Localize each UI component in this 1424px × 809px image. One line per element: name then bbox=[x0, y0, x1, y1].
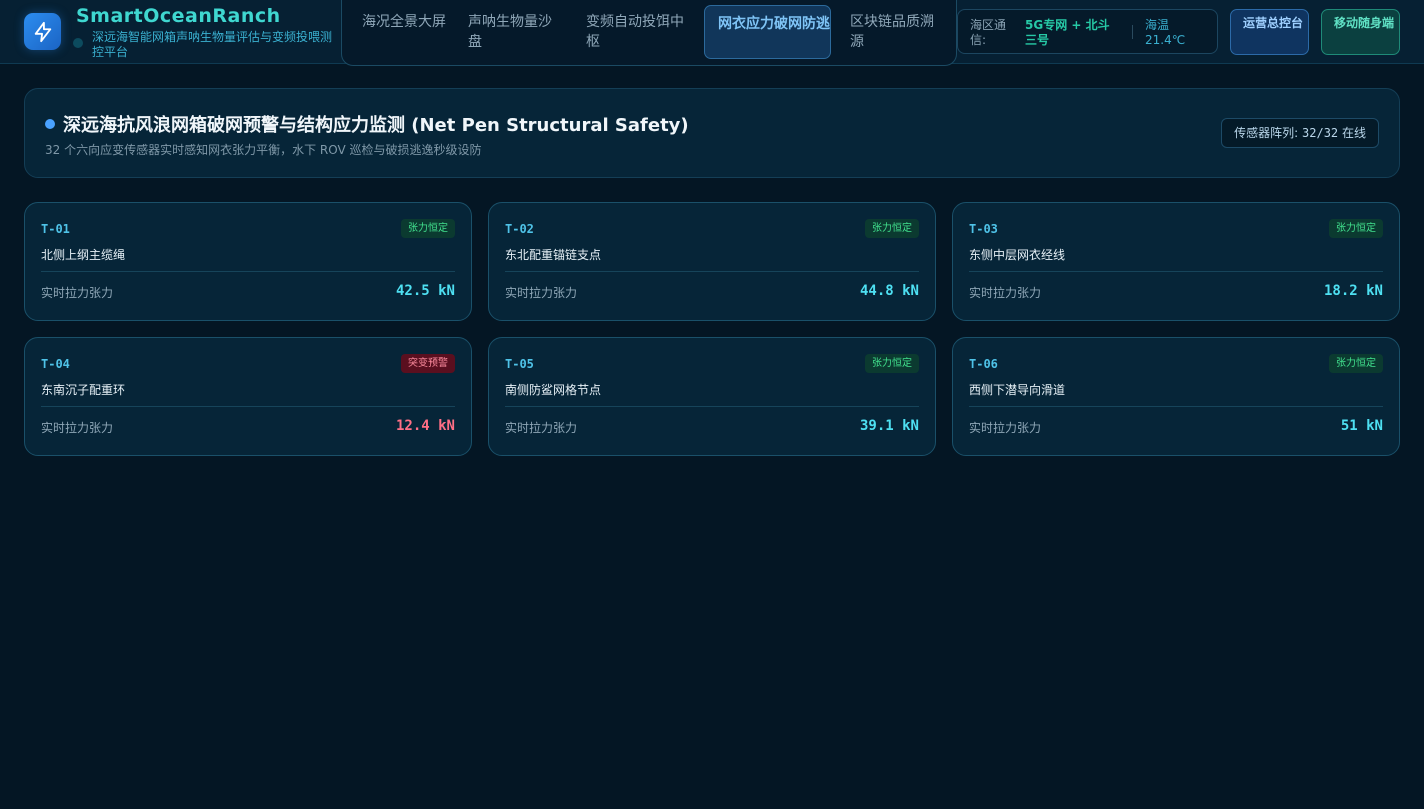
tension-card[interactable]: T-01 张力恒定 北侧上纲主缆绳 实时拉力张力 42.5 kN bbox=[24, 202, 472, 321]
status-divider bbox=[1132, 25, 1133, 39]
card-divider bbox=[505, 271, 919, 272]
sensor-count: 32/32 bbox=[1302, 126, 1339, 140]
nav-tab-blockchain[interactable]: 区块链品质溯源 bbox=[850, 12, 942, 52]
app-title: SmartOceanRanch bbox=[76, 5, 281, 27]
tension-card[interactable]: T-05 张力恒定 南侧防鲨网格节点 实时拉力张力 39.1 kN bbox=[488, 337, 936, 456]
app-subtitle: 深远海智能网箱声呐生物量评估与变频投喂测控平台 bbox=[92, 30, 333, 59]
logo bbox=[24, 13, 61, 50]
page-title: 深远海抗风浪网箱破网预警与结构应力监测 (Net Pen Structural … bbox=[63, 115, 689, 136]
metric-label: 实时拉力张力 bbox=[41, 421, 114, 435]
sensor-id: T-05 bbox=[505, 357, 534, 371]
tension-value: 12.4 kN bbox=[395, 418, 455, 434]
sensor-location: 南侧防鲨网格节点 bbox=[505, 383, 602, 397]
card-divider bbox=[41, 406, 455, 407]
metric-label: 实时拉力张力 bbox=[969, 421, 1042, 435]
tension-value: 39.1 kN bbox=[859, 418, 919, 434]
metric-label: 实时拉力张力 bbox=[969, 286, 1042, 300]
sea-temperature: 海温 21.4℃ bbox=[1145, 18, 1186, 47]
network-status: 海区通信: 5G专网 + 北斗三号 海温 21.4℃ bbox=[957, 9, 1218, 54]
sensor-label: 传感器阵列: bbox=[1234, 126, 1299, 140]
sensor-id: T-03 bbox=[969, 222, 998, 236]
tension-value: 18.2 kN bbox=[1323, 283, 1383, 299]
page-description: 32 个六向应变传感器实时感知网衣张力平衡，水下 ROV 巡检与破损逃逸秒级设防 bbox=[45, 143, 482, 157]
nav-tab-overview[interactable]: 海况全景大屏 bbox=[362, 12, 448, 32]
status-badge: 张力恒定 bbox=[1329, 354, 1383, 373]
card-divider bbox=[969, 406, 1383, 407]
sensor-location: 东北配重锚链支点 bbox=[505, 248, 602, 262]
status-badge: 张力恒定 bbox=[865, 354, 919, 373]
ops-console-button[interactable]: 运营总控台 bbox=[1230, 9, 1309, 55]
tension-card[interactable]: T-06 张力恒定 西侧下潜导向滑道 实时拉力张力 51 kN bbox=[952, 337, 1400, 456]
card-divider bbox=[41, 271, 455, 272]
metric-label: 实时拉力张力 bbox=[505, 421, 578, 435]
sensor-location: 东南沉子配重环 bbox=[41, 383, 126, 397]
nav-tab-feeding[interactable]: 变频自动投饵中枢 bbox=[586, 12, 690, 52]
tension-value: 42.5 kN bbox=[395, 283, 455, 299]
sensor-id: T-01 bbox=[41, 222, 70, 236]
nav-tab-sonar[interactable]: 声呐生物量沙盘 bbox=[468, 12, 558, 52]
status-badge: 张力恒定 bbox=[1329, 219, 1383, 238]
status-badge: 张力恒定 bbox=[401, 219, 455, 238]
title-dot-icon bbox=[45, 119, 55, 129]
nav-tab-net-stress[interactable]: 网衣应力破网防逃 bbox=[704, 5, 831, 59]
comm-value: 5G专网 + 北斗三号 bbox=[1025, 18, 1110, 47]
tension-value: 44.8 kN bbox=[859, 283, 919, 299]
tension-card[interactable]: T-02 张力恒定 东北配重锚链支点 实时拉力张力 44.8 kN bbox=[488, 202, 936, 321]
tension-card[interactable]: T-03 张力恒定 东侧中层网衣经线 实时拉力张力 18.2 kN bbox=[952, 202, 1400, 321]
lightning-icon bbox=[34, 21, 51, 42]
status-badge: 张力恒定 bbox=[865, 219, 919, 238]
mobile-button[interactable]: 移动随身端 bbox=[1321, 9, 1400, 55]
sensor-location: 北侧上纲主缆绳 bbox=[41, 248, 126, 262]
comm-label: 海区通信: bbox=[970, 18, 1007, 47]
sensor-id: T-06 bbox=[969, 357, 998, 371]
sensor-array-badge: 传感器阵列: 32/32 在线 bbox=[1221, 118, 1379, 148]
sensor-location: 西侧下潜导向滑道 bbox=[969, 383, 1066, 397]
subtitle-dot-icon bbox=[73, 38, 83, 48]
sensor-id: T-04 bbox=[41, 357, 70, 371]
sensor-id: T-02 bbox=[505, 222, 534, 236]
tension-card[interactable]: T-04 突变预警 东南沉子配重环 实时拉力张力 12.4 kN bbox=[24, 337, 472, 456]
main-nav: 海况全景大屏 声呐生物量沙盘 变频自动投饵中枢 网衣应力破网防逃 区块链品质溯源 bbox=[341, 0, 957, 66]
status-badge: 突变预警 bbox=[401, 354, 455, 373]
card-divider bbox=[505, 406, 919, 407]
metric-label: 实时拉力张力 bbox=[505, 286, 578, 300]
sensor-status: 在线 bbox=[1341, 126, 1366, 140]
metric-label: 实时拉力张力 bbox=[41, 286, 114, 300]
card-divider bbox=[969, 271, 1383, 272]
tension-value: 51 kN bbox=[1340, 418, 1383, 434]
sensor-location: 东侧中层网衣经线 bbox=[969, 248, 1066, 262]
top-bar: SmartOceanRanch 深远海智能网箱声呐生物量评估与变频投喂测控平台 … bbox=[0, 0, 1424, 66]
section-header-panel: 深远海抗风浪网箱破网预警与结构应力监测 (Net Pen Structural … bbox=[24, 88, 1400, 178]
